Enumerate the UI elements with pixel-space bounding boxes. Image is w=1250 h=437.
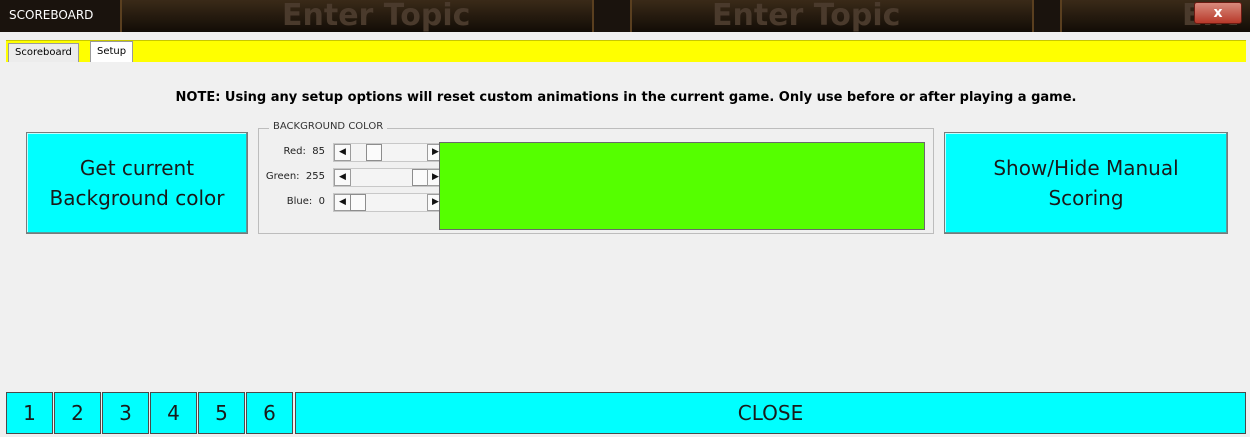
number-button-2[interactable]: 2 [54,392,101,434]
green-scrollbar[interactable]: ◀ ▶ [333,168,445,187]
setup-panel: NOTE: Using any setup options will reset… [6,62,1246,392]
title-bg-text: Enter Topic [712,0,901,32]
tab-strip: Scoreboard Setup [6,40,1246,64]
get-background-color-label-1: Get current [79,156,195,180]
blue-scroll-left-icon[interactable]: ◀ [334,194,351,211]
close-button[interactable]: CLOSE [295,392,1246,434]
title-bar[interactable]: Enter Topic Enter Topic Ent SCOREBOARD x [0,0,1250,32]
manual-scoring-label-1: Show/Hide Manual [993,156,1179,180]
green-scroll-left-icon[interactable]: ◀ [334,169,351,186]
green-label: Green: 255 [265,171,325,182]
bottom-bar: 1 2 3 4 5 6 CLOSE [6,392,1246,434]
blue-scroll-thumb[interactable] [350,194,366,211]
background-color-title: BACKGROUND COLOR [269,121,388,132]
background-color-group: BACKGROUND COLOR Red: 85 ◀ ▶ Green: 255 … [258,121,934,234]
green-scroll-thumb[interactable] [412,169,428,186]
red-label: Red: 85 [283,146,325,157]
number-button-6[interactable]: 6 [246,392,293,434]
get-background-color-button[interactable]: Get current Background color [26,132,248,234]
show-hide-manual-scoring-button[interactable]: Show/Hide Manual Scoring [944,132,1228,234]
number-button-4[interactable]: 4 [150,392,197,434]
number-button-5[interactable]: 5 [198,392,245,434]
number-button-3[interactable]: 3 [102,392,149,434]
title-bg-panel: Enter Topic [120,0,594,32]
red-scrollbar[interactable]: ◀ ▶ [333,143,445,162]
blue-label: Blue: 0 [286,196,325,207]
color-preview [439,142,925,230]
blue-scrollbar[interactable]: ◀ ▶ [333,193,445,212]
number-button-1[interactable]: 1 [6,392,53,434]
red-scroll-thumb[interactable] [366,144,382,161]
title-bg-panel: Enter Topic [630,0,1034,32]
get-background-color-label-2: Background color [49,186,225,210]
scoreboard-window: Enter Topic Enter Topic Ent SCOREBOARD x… [0,0,1250,437]
red-scroll-left-icon[interactable]: ◀ [334,144,351,161]
setup-note: NOTE: Using any setup options will reset… [175,90,1077,105]
window-title: SCOREBOARD [6,7,97,23]
tab-scoreboard[interactable]: Scoreboard [8,43,79,63]
manual-scoring-label-2: Scoring [1048,186,1124,210]
title-bg-text: Enter Topic [282,0,471,32]
tab-setup[interactable]: Setup [90,41,134,64]
window-close-button[interactable]: x [1194,2,1242,24]
close-icon: x [1213,5,1223,21]
